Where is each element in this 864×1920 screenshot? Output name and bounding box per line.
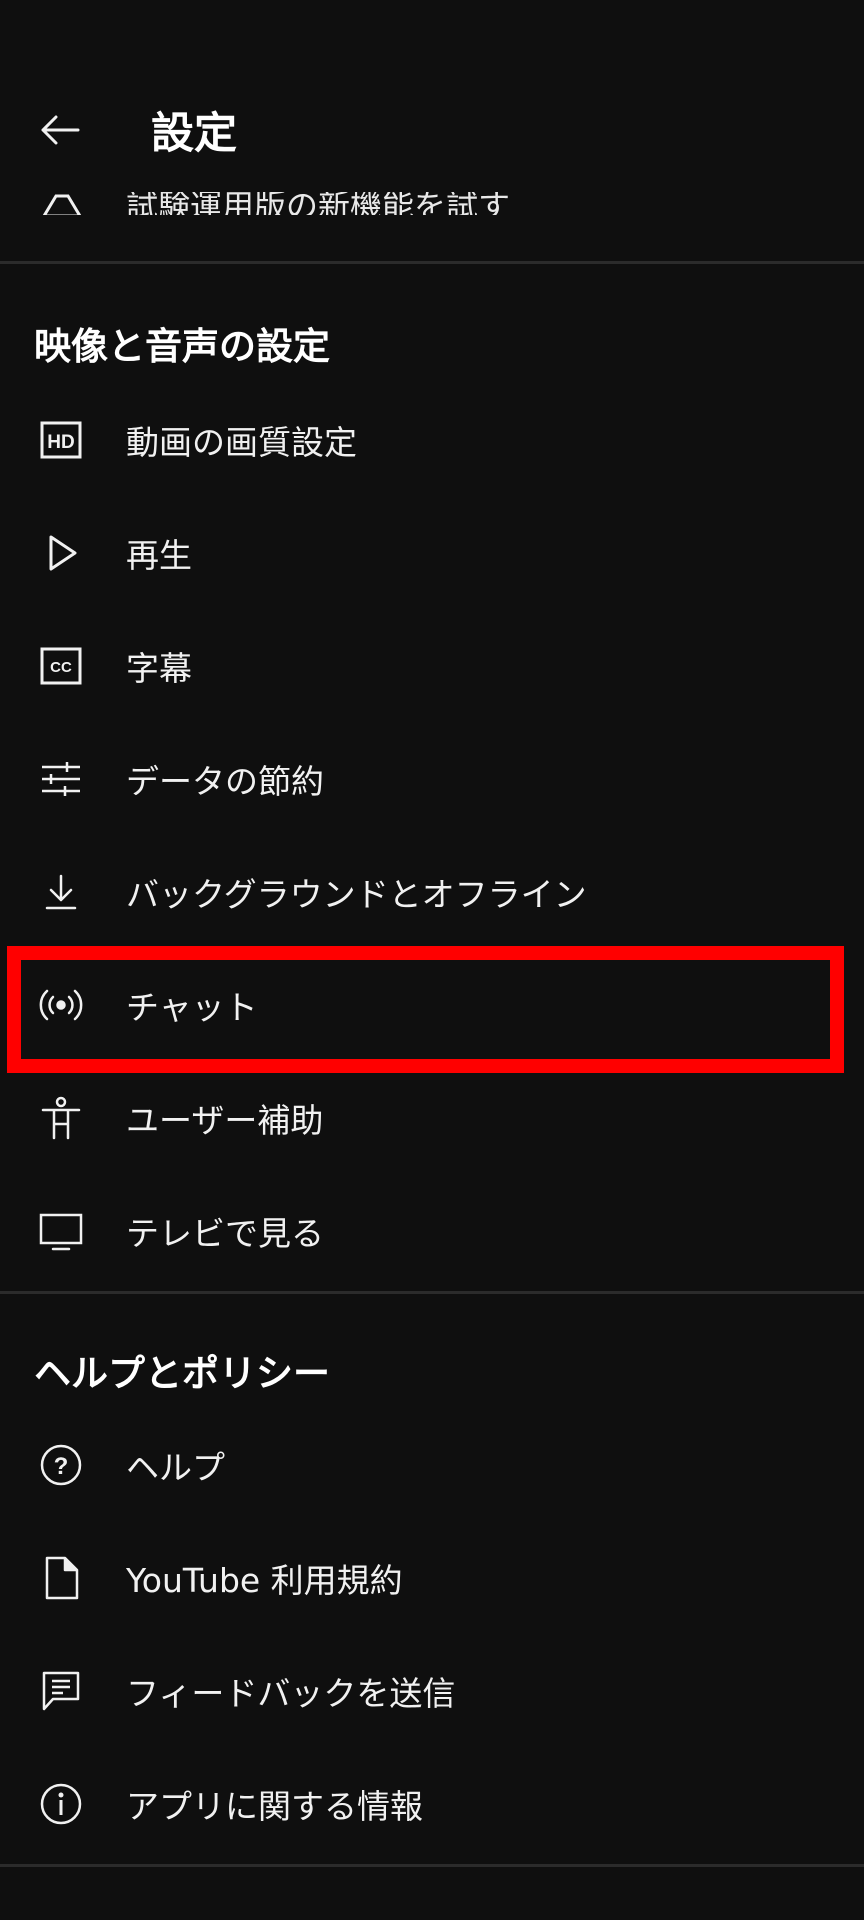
- settings-item-label: フィードバックを送信: [126, 1674, 456, 1713]
- sliders-icon: [39, 757, 83, 801]
- closed-captions-icon: CC: [39, 644, 83, 688]
- settings-item-label: バックグラウンドとオフライン: [126, 875, 587, 914]
- section-header-help-policy: ヘルプとポリシー: [34, 1352, 330, 1395]
- settings-item-data-saving[interactable]: データの節約: [0, 723, 864, 835]
- settings-item-label: データの節約: [126, 762, 324, 801]
- back-button[interactable]: [24, 94, 96, 166]
- settings-item-label: YouTube 利用規約: [126, 1561, 403, 1600]
- page-title: 設定: [151, 109, 237, 159]
- accessibility-icon: [39, 1096, 83, 1140]
- settings-item-video-quality[interactable]: HD 動画の画質設定: [0, 384, 864, 496]
- svg-text:CC: CC: [50, 659, 72, 676]
- settings-item-label: ユーザー補助: [126, 1101, 324, 1140]
- hd-icon: HD: [39, 418, 83, 462]
- feedback-icon: [39, 1669, 83, 1713]
- download-icon: [39, 870, 83, 914]
- arrow-left-icon: [40, 114, 80, 146]
- live-broadcast-icon: [39, 983, 83, 1027]
- settings-item-background-offline[interactable]: バックグラウンドとオフライン: [0, 836, 864, 948]
- app-bar: 試験運用版の新機能を試す 設定: [0, 0, 864, 215]
- settings-item-label: 動画の画質設定: [126, 423, 357, 462]
- settings-item-watch-on-tv[interactable]: テレビで見る: [0, 1175, 864, 1287]
- settings-item-captions[interactable]: CC 字幕: [0, 610, 864, 722]
- play-icon: [39, 531, 83, 575]
- divider: [0, 261, 864, 264]
- document-icon: [39, 1556, 83, 1600]
- settings-item-help[interactable]: ? ヘルプ: [0, 1409, 864, 1521]
- settings-item-about[interactable]: アプリに関する情報: [0, 1748, 864, 1860]
- settings-item-label: 字幕: [126, 649, 192, 688]
- settings-item-terms[interactable]: YouTube 利用規約: [0, 1522, 864, 1634]
- settings-item-label: アプリに関する情報: [126, 1787, 423, 1826]
- settings-item-label: ヘルプ: [126, 1448, 225, 1487]
- svg-text:?: ?: [54, 1453, 69, 1480]
- settings-item-label: 再生: [126, 536, 192, 575]
- section-header-video-audio: 映像と音声の設定: [34, 325, 330, 368]
- info-icon: [39, 1782, 83, 1826]
- settings-item-chat[interactable]: チャット: [0, 949, 864, 1061]
- settings-item-label: チャット: [126, 988, 258, 1027]
- settings-item-playback[interactable]: 再生: [0, 497, 864, 609]
- svg-text:HD: HD: [47, 432, 74, 453]
- settings-item-feedback[interactable]: フィードバックを送信: [0, 1635, 864, 1747]
- divider: [0, 1864, 864, 1867]
- settings-item-label: テレビで見る: [126, 1214, 324, 1253]
- tv-icon: [39, 1209, 83, 1253]
- settings-item-accessibility[interactable]: ユーザー補助: [0, 1062, 864, 1174]
- help-circle-icon: ?: [39, 1443, 83, 1487]
- divider: [0, 1291, 864, 1294]
